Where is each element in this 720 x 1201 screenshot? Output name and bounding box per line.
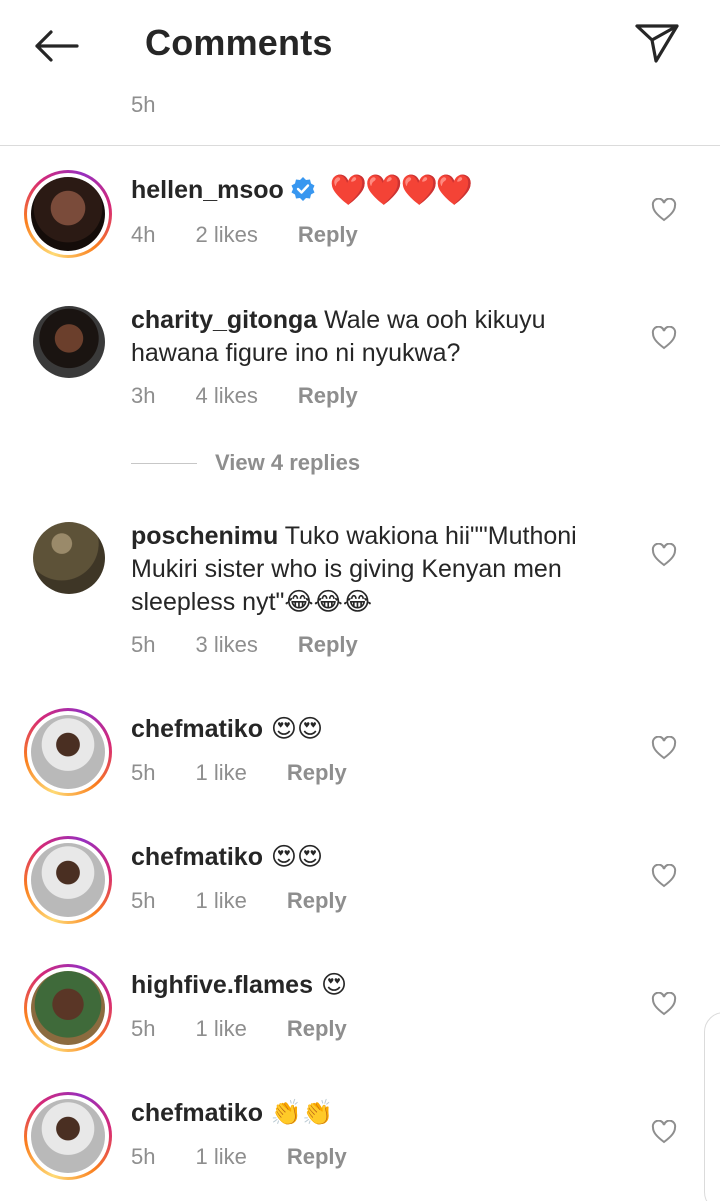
comment-username[interactable]: highfive.flames bbox=[131, 971, 313, 999]
comment-time: 5h bbox=[131, 1016, 156, 1041]
avatar[interactable] bbox=[24, 836, 112, 924]
arrow-left-icon bbox=[35, 30, 79, 62]
caption-divider bbox=[0, 145, 720, 146]
replies-divider-line bbox=[131, 462, 197, 464]
comment-meta: 5h 3 likes Reply bbox=[131, 632, 398, 658]
reply-button[interactable]: Reply bbox=[287, 888, 347, 914]
comment-meta: 5h 1 like Reply bbox=[131, 760, 387, 786]
comment-time: 3h bbox=[131, 383, 156, 408]
paper-plane-icon bbox=[635, 24, 679, 63]
like-heart-icon[interactable] bbox=[651, 1120, 677, 1144]
scroll-handle[interactable] bbox=[704, 1012, 720, 1201]
comment-likes[interactable]: 1 like bbox=[195, 760, 246, 786]
comment-likes[interactable]: 1 like bbox=[195, 888, 246, 914]
reply-button[interactable]: Reply bbox=[298, 222, 358, 248]
view-replies-label: View 4 replies bbox=[215, 450, 361, 475]
comment-time: 5h bbox=[131, 760, 156, 785]
reply-button[interactable]: Reply bbox=[287, 760, 347, 786]
reply-button[interactable]: Reply bbox=[287, 1016, 347, 1042]
avatar[interactable] bbox=[24, 1092, 112, 1180]
comment-username[interactable]: chefmatiko bbox=[131, 715, 263, 743]
comment-text: 😍😍 bbox=[262, 714, 324, 743]
comment-meta: 5h 1 like Reply bbox=[131, 1144, 387, 1170]
like-heart-icon[interactable] bbox=[651, 736, 677, 760]
share-button[interactable] bbox=[630, 18, 684, 68]
like-heart-icon[interactable] bbox=[651, 198, 677, 222]
like-heart-icon[interactable] bbox=[651, 543, 677, 567]
avatar[interactable] bbox=[24, 964, 112, 1052]
comment-likes[interactable]: 3 likes bbox=[195, 632, 257, 658]
page-title: Comments bbox=[145, 22, 333, 63]
comment-username[interactable]: poschenimu bbox=[131, 522, 278, 550]
comment-username[interactable]: charity_gitonga bbox=[131, 306, 317, 334]
back-button[interactable] bbox=[28, 22, 84, 70]
reply-button[interactable]: Reply bbox=[287, 1144, 347, 1170]
comment-time: 5h bbox=[131, 1144, 156, 1169]
comment-time: 5h bbox=[131, 632, 156, 657]
like-heart-icon[interactable] bbox=[651, 864, 677, 888]
comment-username[interactable]: hellen_msoo bbox=[131, 176, 284, 204]
comment-time: 4h bbox=[131, 222, 156, 247]
comment-meta: 5h 1 like Reply bbox=[131, 888, 387, 914]
comment-meta: 5h 1 like Reply bbox=[131, 1016, 387, 1042]
comment-username[interactable]: chefmatiko bbox=[131, 1099, 263, 1127]
view-replies-button[interactable]: View 4 replies bbox=[131, 450, 360, 476]
comment-likes[interactable]: 4 likes bbox=[195, 383, 257, 409]
comment-text: 👏👏 bbox=[262, 1098, 334, 1127]
comment-meta: 4h 2 likes Reply bbox=[131, 222, 398, 248]
comment-text: ❤️❤️❤️❤️ bbox=[329, 173, 473, 208]
comment-likes[interactable]: 2 likes bbox=[195, 222, 257, 248]
reply-button[interactable]: Reply bbox=[298, 632, 358, 658]
like-heart-icon[interactable] bbox=[651, 326, 677, 350]
reply-button[interactable]: Reply bbox=[298, 383, 358, 409]
comment-likes[interactable]: 1 like bbox=[195, 1016, 246, 1042]
avatar[interactable] bbox=[24, 170, 112, 258]
comment-time: 5h bbox=[131, 888, 156, 913]
comment-username[interactable]: chefmatiko bbox=[131, 843, 263, 871]
avatar[interactable] bbox=[24, 708, 112, 796]
caption-timestamp: 5h bbox=[131, 92, 156, 117]
comments-header: Comments bbox=[0, 0, 720, 90]
verified-badge-icon bbox=[291, 177, 315, 201]
avatar[interactable] bbox=[33, 522, 105, 594]
comment-likes[interactable]: 1 like bbox=[195, 1144, 246, 1170]
comment-text: 😍😍 bbox=[262, 842, 324, 871]
comment-meta: 3h 4 likes Reply bbox=[131, 383, 398, 409]
avatar[interactable] bbox=[33, 306, 105, 378]
comment-text: 😍 bbox=[313, 970, 348, 999]
like-heart-icon[interactable] bbox=[651, 992, 677, 1016]
